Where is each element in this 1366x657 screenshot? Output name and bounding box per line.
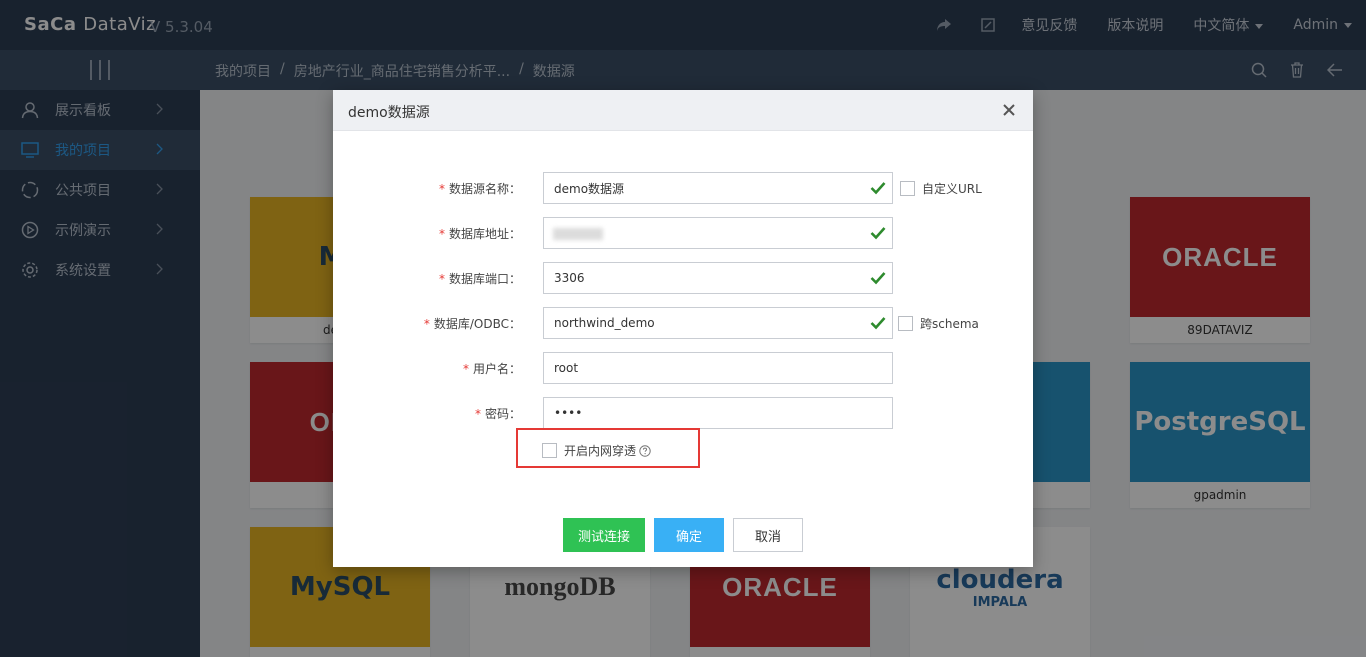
datasource-name-input[interactable] [543,172,893,204]
confirm-button[interactable]: 确定 [654,518,724,552]
custom-url-checkbox[interactable]: 自定义URL [900,180,982,197]
field-label: * 密码： [474,407,521,421]
checkbox[interactable] [542,443,557,458]
check-icon [870,272,886,285]
database-port-input[interactable] [543,262,893,294]
cancel-button[interactable]: 取消 [733,518,803,552]
username-input[interactable] [543,352,893,384]
field-row-name: *数据源名称： 自定义URL [333,172,1033,204]
cross-schema-checkbox[interactable]: 跨schema [898,315,979,332]
database-name-input[interactable] [543,307,893,339]
field-row-password: * 密码： [333,397,1033,429]
field-row-port: * 数据库端口： [333,262,1033,294]
dialog-title: demo数据源 [348,105,430,121]
redacted-host-value [553,228,603,240]
dialog-header: demo数据源 [333,90,1033,131]
field-row-username: * 用户名： [333,352,1033,384]
field-label: * 数据库/ODBC： [423,317,521,331]
help-icon[interactable] [639,444,651,457]
checkbox[interactable] [898,316,913,331]
field-label: * 数据源名称： [438,182,521,196]
checkbox[interactable] [900,181,915,196]
field-label: * 数据库端口： [438,272,521,286]
check-icon [870,317,886,330]
field-row-host: * 数据库地址： [333,217,1033,249]
test-connection-button[interactable]: 测试连接 [563,518,645,552]
datasource-dialog: demo数据源 *数据源名称： 自定义URL *数据库地址： *数据库端口： *… [333,90,1033,567]
check-icon [870,227,886,240]
field-row-database: *数据库/ODBC： 跨schema [333,307,1033,339]
check-icon [870,182,886,195]
close-icon[interactable] [1000,101,1018,119]
password-input[interactable] [543,397,893,429]
nat-traversal-checkbox[interactable]: 开启内网穿透 [542,442,651,459]
field-label: * 用户名： [462,362,521,376]
field-label: * 数据库地址： [438,227,521,241]
